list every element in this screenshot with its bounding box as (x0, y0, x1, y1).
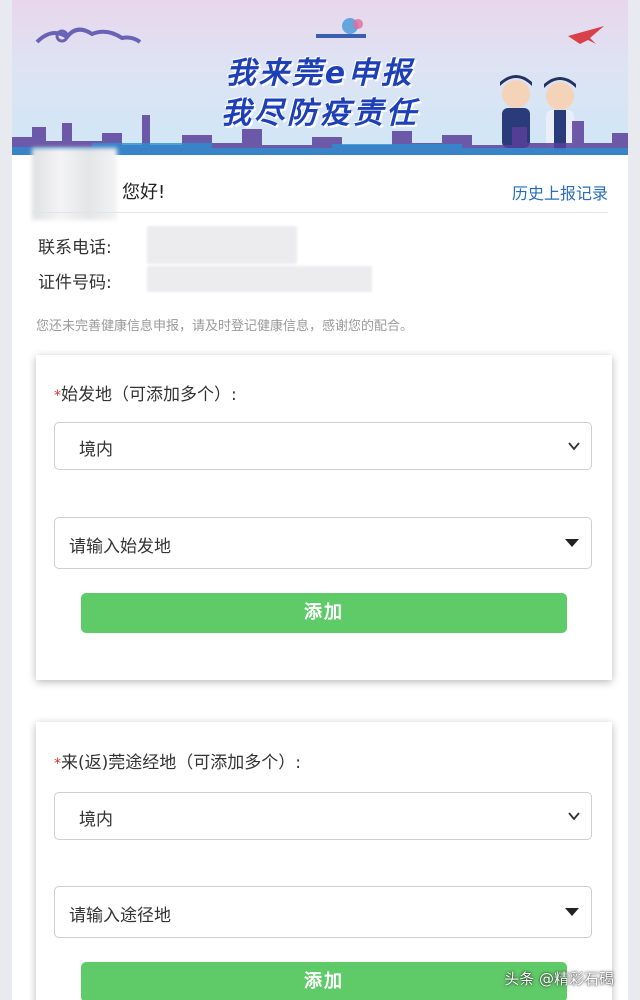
banner: 我来莞e申报 我尽防疫责任 (12, 0, 628, 155)
transit-add-button[interactable]: 添加 (81, 962, 567, 1000)
plane-icon (568, 26, 604, 44)
chevron-down-icon (568, 812, 580, 821)
caret-down-icon (565, 539, 579, 547)
departure-region-value: 境内 (79, 440, 113, 460)
required-marker: * (54, 756, 61, 772)
watermark-text: 头条 @精彩石碣 (504, 970, 614, 988)
transit-label: *来(返)莞途经地（可添加多个）: (54, 748, 301, 773)
departure-label: *始发地（可添加多个）: (54, 380, 237, 405)
transit-region-value: 境内 (79, 810, 113, 830)
departure-place-input[interactable]: 请输入始发地 (54, 517, 592, 569)
transit-card: *来(返)莞途经地（可添加多个）: 境内 请输入途径地 添加 (36, 722, 612, 1000)
divider (32, 212, 608, 213)
id-number-value-redacted (147, 266, 372, 292)
transit-place-placeholder: 请输入途径地 (69, 906, 171, 926)
transit-label-text: 来(返)莞途经地（可添加多个）: (61, 753, 301, 773)
departure-region-select[interactable]: 境内 (54, 422, 592, 470)
departure-card: *始发地（可添加多个）: 境内 请输入始发地 添加 (36, 355, 612, 680)
greeting-text: 您好! (122, 182, 166, 203)
departure-add-button[interactable]: 添加 (81, 593, 567, 633)
phone-label: 联系电话: (38, 238, 112, 258)
chevron-down-icon (568, 442, 580, 451)
id-number-label: 证件号码: (38, 273, 112, 293)
history-records-link[interactable]: 历史上报记录 (512, 180, 608, 204)
transit-place-input[interactable]: 请输入途径地 (54, 886, 592, 938)
phone-value-redacted (147, 226, 297, 264)
dongguan-logo (312, 14, 372, 44)
departure-label-text: 始发地（可添加多个）: (61, 385, 237, 405)
departure-place-placeholder: 请输入始发地 (69, 537, 171, 557)
health-info-notice: 您还未完善健康信息申报，请及时登记健康信息，感谢您的配合。 (36, 319, 414, 334)
avatar (32, 148, 117, 220)
caret-down-icon (565, 908, 579, 916)
required-marker: * (54, 388, 61, 404)
transit-region-select[interactable]: 境内 (54, 792, 592, 840)
page: 我来莞e申报 我尽防疫责任 您好! 历史上报记录 联系电话: 证件号码: 您还未… (12, 0, 628, 1000)
